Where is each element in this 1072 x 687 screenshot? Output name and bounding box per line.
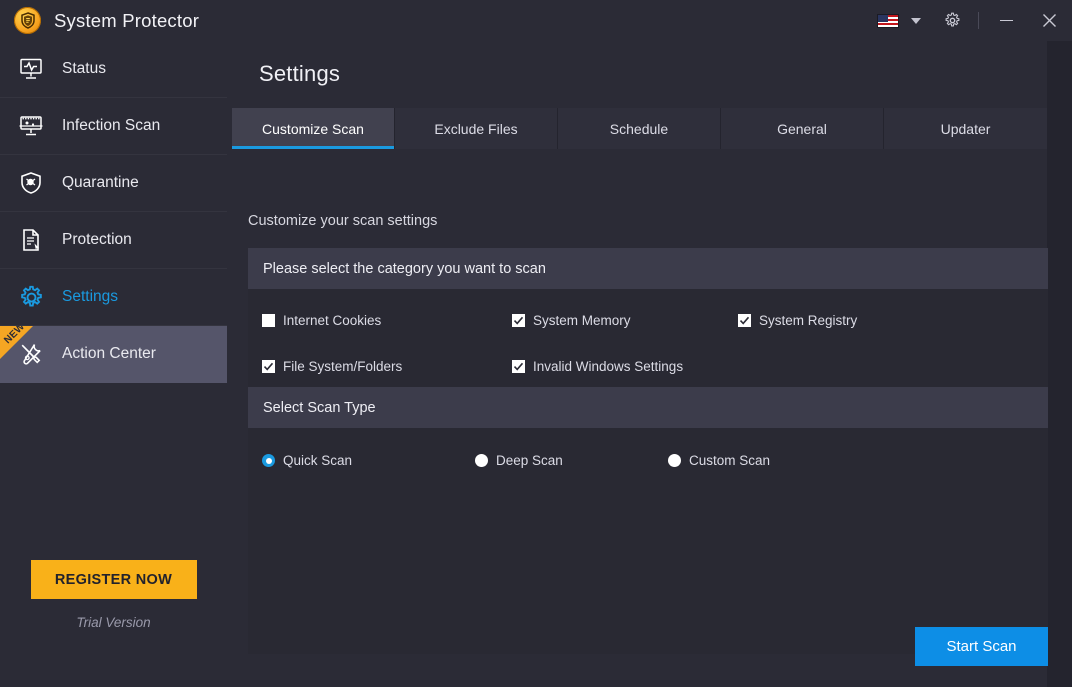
divider bbox=[978, 12, 979, 29]
sidebar-item-label: Status bbox=[62, 60, 106, 78]
tab-bar: Customize Scan Exclude Files Schedule Ge… bbox=[232, 108, 1047, 149]
app-brand: System Protector bbox=[0, 7, 199, 34]
checkbox-system-memory[interactable]: System Memory bbox=[512, 313, 738, 328]
shield-bug-icon bbox=[0, 171, 62, 195]
sidebar-item-infection-scan[interactable]: Infection Scan bbox=[0, 98, 227, 155]
settings-card: Please select the category you want to s… bbox=[248, 248, 1048, 654]
content-area: Settings Customize Scan Exclude Files Sc… bbox=[227, 41, 1072, 687]
title-bar-controls bbox=[869, 0, 1072, 41]
tab-customize-scan[interactable]: Customize Scan bbox=[232, 108, 395, 149]
tab-label: General bbox=[777, 121, 827, 137]
tab-label: Customize Scan bbox=[262, 121, 364, 137]
shield-icon bbox=[14, 7, 41, 34]
checkbox-label: System Memory bbox=[533, 313, 631, 328]
register-area: REGISTER NOW Trial Version bbox=[0, 560, 227, 630]
section-subtitle: Customize your scan settings bbox=[248, 213, 437, 229]
sidebar-item-action-center[interactable]: NEW Action Center bbox=[0, 326, 227, 383]
page-title: Settings bbox=[259, 61, 340, 87]
radio-deep-scan[interactable]: Deep Scan bbox=[475, 453, 668, 468]
scan-type-section-header: Select Scan Type bbox=[248, 387, 1048, 428]
radio-quick-scan[interactable]: Quick Scan bbox=[262, 453, 475, 468]
us-flag-icon[interactable] bbox=[869, 14, 903, 28]
checkbox-label: File System/Folders bbox=[283, 359, 402, 374]
sidebar-item-label: Settings bbox=[62, 288, 118, 306]
monitor-pulse-icon bbox=[0, 57, 62, 81]
radio-icon bbox=[475, 454, 488, 467]
sidebar-item-label: Quarantine bbox=[62, 174, 139, 192]
register-now-button[interactable]: REGISTER NOW bbox=[31, 560, 197, 599]
checkbox-file-system-folders[interactable]: File System/Folders bbox=[262, 359, 512, 374]
checkbox-system-registry[interactable]: System Registry bbox=[738, 313, 857, 328]
checkbox-label: Invalid Windows Settings bbox=[533, 359, 683, 374]
radio-icon bbox=[668, 454, 681, 467]
title-bar: System Protector bbox=[0, 0, 1072, 41]
chevron-down-icon[interactable] bbox=[911, 18, 921, 24]
minimize-icon[interactable] bbox=[986, 0, 1026, 41]
checkbox-internet-cookies[interactable]: Internet Cookies bbox=[262, 313, 512, 328]
sidebar-item-settings[interactable]: Settings bbox=[0, 269, 227, 326]
checkbox-label: Internet Cookies bbox=[283, 313, 381, 328]
checkbox-icon bbox=[262, 314, 275, 327]
tab-updater[interactable]: Updater bbox=[884, 108, 1047, 149]
monitor-scan-icon bbox=[0, 114, 62, 138]
tab-schedule[interactable]: Schedule bbox=[558, 108, 721, 149]
sidebar-nav: Status Infection Scan bbox=[0, 41, 227, 383]
checkbox-checked-icon bbox=[738, 314, 751, 327]
checkbox-checked-icon bbox=[512, 314, 525, 327]
radio-label: Custom Scan bbox=[689, 453, 770, 468]
tab-general[interactable]: General bbox=[721, 108, 884, 149]
close-icon[interactable] bbox=[1026, 0, 1072, 41]
document-shield-icon bbox=[0, 228, 62, 252]
content-panel: Settings Customize Scan Exclude Files Sc… bbox=[227, 41, 1047, 687]
radio-selected-icon bbox=[262, 454, 275, 467]
checkbox-checked-icon bbox=[512, 360, 525, 373]
sidebar: Status Infection Scan bbox=[0, 41, 227, 687]
sidebar-item-quarantine[interactable]: Quarantine bbox=[0, 155, 227, 212]
gear-icon[interactable] bbox=[933, 0, 971, 41]
sidebar-item-label: Action Center bbox=[62, 345, 156, 363]
tab-label: Updater bbox=[941, 121, 991, 137]
radio-label: Quick Scan bbox=[283, 453, 352, 468]
app-window: System Protector bbox=[0, 0, 1072, 687]
sidebar-item-label: Protection bbox=[62, 231, 132, 249]
sidebar-item-protection[interactable]: Protection bbox=[0, 212, 227, 269]
category-section-header: Please select the category you want to s… bbox=[248, 248, 1048, 289]
radio-custom-scan[interactable]: Custom Scan bbox=[668, 453, 770, 468]
app-title: System Protector bbox=[54, 10, 199, 32]
tab-exclude-files[interactable]: Exclude Files bbox=[395, 108, 558, 149]
checkbox-label: System Registry bbox=[759, 313, 857, 328]
sidebar-item-status[interactable]: Status bbox=[0, 41, 227, 98]
trial-version-label: Trial Version bbox=[76, 615, 150, 630]
checkbox-invalid-windows-settings[interactable]: Invalid Windows Settings bbox=[512, 359, 738, 374]
tab-label: Exclude Files bbox=[434, 121, 517, 137]
radio-label: Deep Scan bbox=[496, 453, 563, 468]
tab-label: Schedule bbox=[610, 121, 668, 137]
gear-icon bbox=[0, 285, 62, 310]
start-scan-button[interactable]: Start Scan bbox=[915, 627, 1048, 666]
checkbox-checked-icon bbox=[262, 360, 275, 373]
sidebar-item-label: Infection Scan bbox=[62, 117, 160, 135]
